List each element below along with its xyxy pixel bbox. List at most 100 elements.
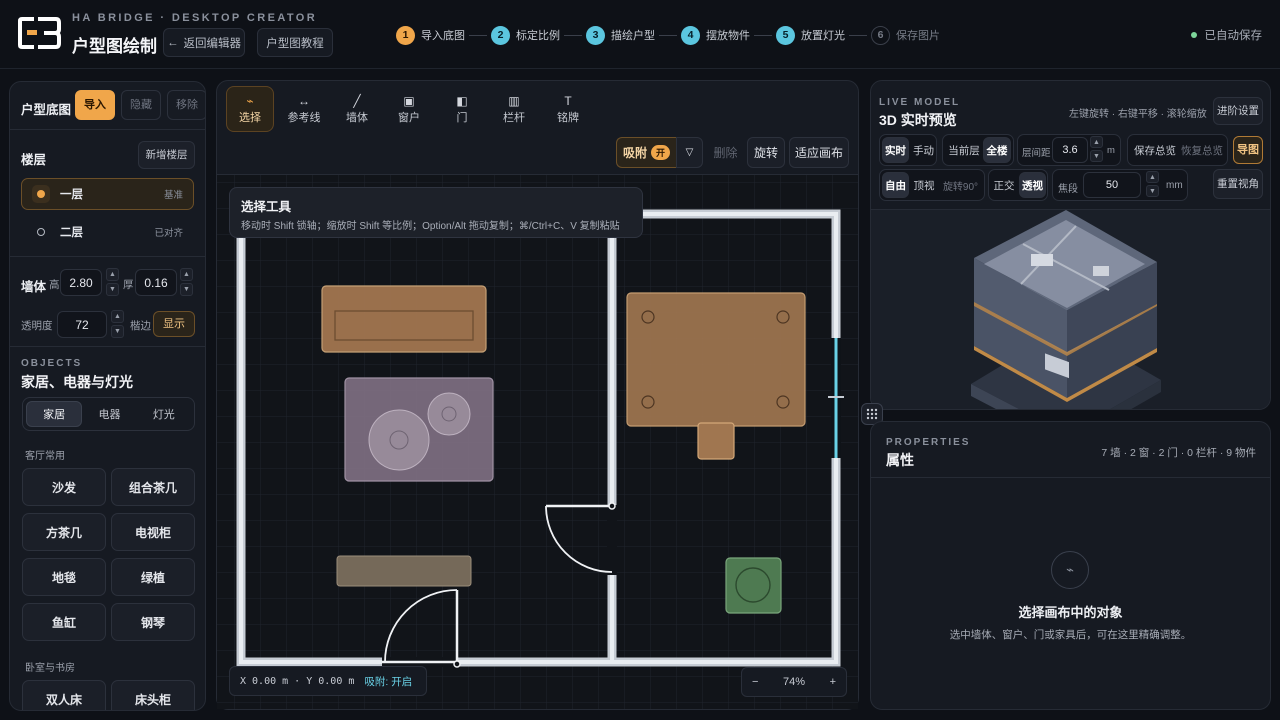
object-item-button[interactable]: 绿植 <box>111 558 195 596</box>
tutorial-button[interactable]: 户型图教程 <box>257 28 333 57</box>
wall-height-up-icon[interactable]: ▲ <box>106 268 119 281</box>
floor-name: 二层 <box>60 227 83 239</box>
manual-toggle[interactable]: 手动 <box>910 137 937 163</box>
step-number: 2 <box>491 25 510 45</box>
tab-appliances[interactable]: 电器 <box>82 401 136 427</box>
opacity-input[interactable]: 72 <box>57 311 107 338</box>
floor-gap-up-icon[interactable]: ▲ <box>1090 136 1103 148</box>
tab-furniture[interactable]: 家居 <box>26 401 83 427</box>
wall-height-down-icon[interactable]: ▼ <box>106 283 119 296</box>
zoom-out-button[interactable]: − <box>752 676 758 688</box>
object-item-button[interactable]: 双人床 <box>22 680 106 710</box>
living-room-section-title: 客厅常用 <box>25 451 65 462</box>
snap-toggle-button[interactable]: 吸附 开 <box>616 137 676 168</box>
object-item-button[interactable]: 钢琴 <box>111 603 195 641</box>
all-floors-toggle[interactable]: 全楼 <box>983 137 1011 163</box>
floorplan-canvas[interactable] <box>217 175 858 709</box>
tool-window[interactable]: ▣ 窗户 <box>385 86 433 132</box>
floor-item-1[interactable]: 一层 基准 <box>21 178 194 210</box>
wall-thickness-down-icon[interactable]: ▼ <box>180 283 193 296</box>
rotate-90-button[interactable]: 旋转90° <box>938 172 983 198</box>
tool-guide[interactable]: ↔ 参考线 <box>280 86 328 132</box>
advanced-settings-button[interactable]: 进阶设置 <box>1213 97 1263 125</box>
brand-subtitle: HA BRIDGE · DESKTOP CREATOR <box>72 12 318 24</box>
radio-empty-icon <box>32 223 50 241</box>
object-item-button[interactable]: 方茶几 <box>22 513 106 551</box>
add-floor-button[interactable]: 新增楼层 <box>138 141 195 169</box>
sofa[interactable] <box>321 285 487 353</box>
radio-selected-icon <box>32 185 50 203</box>
wall-thickness-input[interactable]: 0.16 <box>135 269 177 296</box>
opacity-up-icon[interactable]: ▲ <box>111 310 124 323</box>
hide-floorplan-button[interactable]: 隐藏 <box>121 90 161 120</box>
restore-overview-button[interactable]: 恢复总览 <box>1178 137 1226 163</box>
zoom-in-button[interactable]: + <box>830 676 836 688</box>
reset-view-button[interactable]: 重置视角 <box>1213 169 1263 199</box>
step-5[interactable]: 5 放置灯光 <box>776 25 845 45</box>
tool-nameplate[interactable]: T 铭牌 <box>544 86 592 132</box>
tool-door[interactable]: ◧ 门 <box>438 86 486 132</box>
coffee-table[interactable] <box>344 377 494 482</box>
tool-railing[interactable]: ▥ 栏杆 <box>490 86 538 132</box>
focal-up-icon[interactable]: ▲ <box>1146 171 1159 183</box>
focal-input[interactable]: 50 <box>1083 172 1141 198</box>
floor-note: 基准 <box>163 190 183 201</box>
step-label: 标定比例 <box>516 30 560 42</box>
floor-gap-input[interactable]: 3.6 <box>1052 137 1088 163</box>
objects-tabs: 家居 电器 灯光 <box>22 397 195 431</box>
import-floorplan-button[interactable]: 导入 <box>75 90 115 120</box>
stool[interactable] <box>697 422 735 460</box>
top-view-toggle[interactable]: 顶视 <box>911 172 937 198</box>
step-3[interactable]: 3 描绘户型 <box>586 25 655 45</box>
app-header: HA BRIDGE · DESKTOP CREATOR 户型图绘制 ← 返回编辑… <box>0 0 1280 68</box>
export-image-button[interactable]: 导图 <box>1233 136 1263 164</box>
object-item-button[interactable]: 鱼缸 <box>22 603 106 641</box>
object-item-button[interactable]: 电视柜 <box>111 513 195 551</box>
object-item-button[interactable]: 地毯 <box>22 558 106 596</box>
3d-viewport[interactable] <box>871 210 1270 409</box>
save-overview-button[interactable]: 保存总览 <box>1133 137 1177 163</box>
step-6[interactable]: 6 保存图片 <box>871 25 940 45</box>
properties-title: 属性 <box>886 452 914 468</box>
wall-label: 墙体 <box>21 280 47 294</box>
object-item-button[interactable]: 床头柜 <box>111 680 195 710</box>
wall-thickness-up-icon[interactable]: ▲ <box>180 268 193 281</box>
left-sidebar: 户型底图 导入 隐藏 移除 楼层 新增楼层 一层 基准 二层 已对齐 墙体 高 … <box>9 81 206 711</box>
realtime-toggle[interactable]: 实时 <box>882 137 909 163</box>
delete-button[interactable]: 删除 <box>708 137 743 168</box>
step-4[interactable]: 4 摆放物件 <box>681 25 750 45</box>
tab-lights[interactable]: 灯光 <box>137 401 191 427</box>
step-number: 6 <box>871 25 890 45</box>
snap-dropdown-chevron-icon[interactable]: ▽ <box>676 137 703 168</box>
show-edge-button[interactable]: 显示 <box>153 311 195 337</box>
fit-canvas-button[interactable]: 适应画布 <box>789 137 849 168</box>
perspective-toggle[interactable]: 透视 <box>1019 172 1046 198</box>
focal-down-icon[interactable]: ▼ <box>1146 185 1159 197</box>
rotate-button[interactable]: 旋转 <box>747 137 785 168</box>
plant[interactable] <box>725 557 782 614</box>
step-2[interactable]: 2 标定比例 <box>491 25 560 45</box>
object-item-button[interactable]: 组合茶几 <box>111 468 195 506</box>
tool-select[interactable]: ⌁ 选择 <box>226 86 274 132</box>
back-to-editor-button[interactable]: ← 返回编辑器 <box>163 28 245 57</box>
ortho-toggle[interactable]: 正交 <box>991 172 1017 198</box>
wall-height-input[interactable]: 2.80 <box>60 269 102 296</box>
tool-tooltip: 选择工具 移动时 Shift 锁轴；缩放时 Shift 等比例；Option/A… <box>229 187 643 238</box>
floor-gap-unit: m <box>1107 145 1115 156</box>
floor-item-2[interactable]: 二层 已对齐 <box>21 216 194 248</box>
tv-cabinet[interactable] <box>336 555 472 587</box>
tool-label: 铭牌 <box>557 112 579 124</box>
step-connector <box>659 34 677 36</box>
current-floor-toggle[interactable]: 当前层 <box>945 137 983 163</box>
opacity-down-icon[interactable]: ▼ <box>111 325 124 338</box>
window-icon: ▣ <box>403 94 415 108</box>
step-connector <box>754 34 772 36</box>
floor-gap-down-icon[interactable]: ▼ <box>1090 150 1103 162</box>
step-1[interactable]: 1 导入底图 <box>396 25 465 45</box>
object-item-button[interactable]: 沙发 <box>22 468 106 506</box>
dining-table[interactable] <box>626 292 806 427</box>
step-label: 导入底图 <box>421 30 465 42</box>
free-view-toggle[interactable]: 自由 <box>882 172 909 198</box>
remove-floorplan-button[interactable]: 移除 <box>167 90 205 120</box>
tool-wall[interactable]: ╱ 墙体 <box>333 86 381 132</box>
